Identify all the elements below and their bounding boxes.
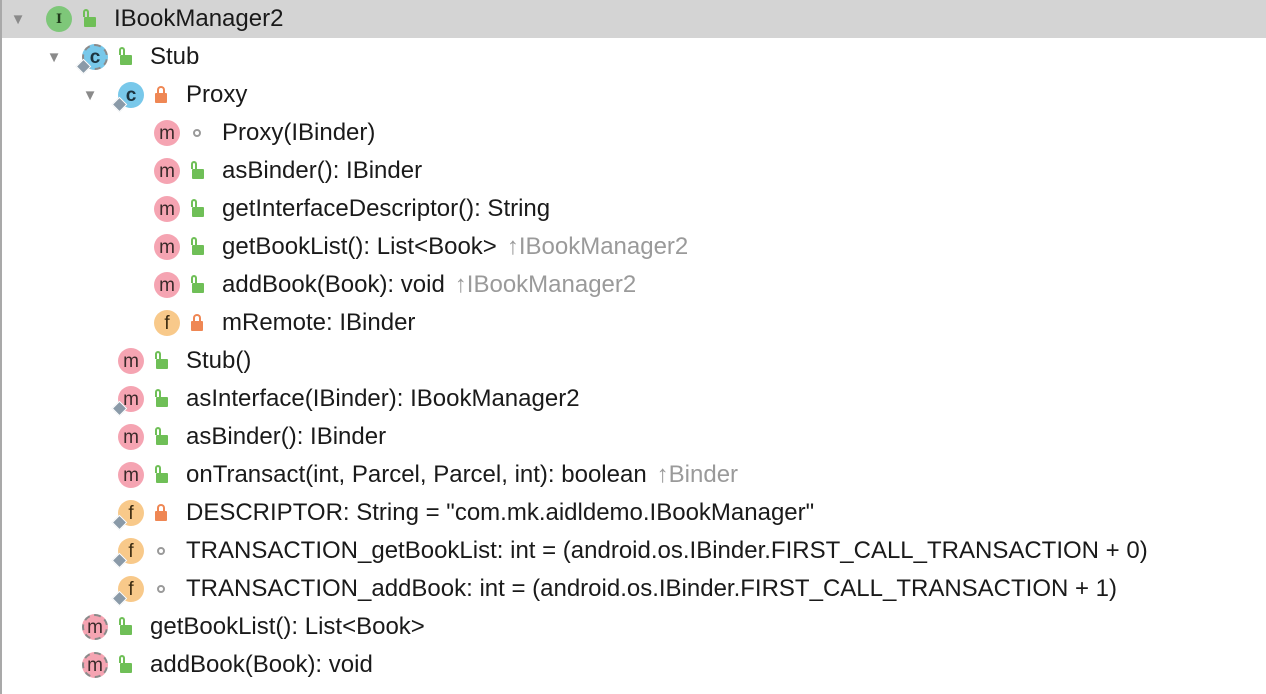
public-visibility-icon [154,351,168,369]
abstract-method-icon: m [82,614,108,640]
tree-row-label: addBook(Book): void ↑IBookManager2 [222,266,636,304]
public-visibility-icon [118,47,132,65]
method-icon: m [154,158,180,184]
tree-row-class[interactable]: ▼ c Stub [2,38,1266,76]
abstract-method-icon: m [82,652,108,678]
tree-row-method[interactable]: m getBookList(): List<Book> [2,608,1266,646]
tree-row-label: Proxy(IBinder) [222,119,376,146]
static-field-icon: f [111,576,144,607]
tree-row-label: Stub() [186,347,252,374]
tree-row-method[interactable]: m Stub() [2,342,1266,380]
tree-row-label: Proxy [186,81,248,108]
method-icon: m [118,348,144,374]
tree-row-method[interactable]: m addBook(Book): void ↑IBookManager2 [2,266,1266,304]
tree-row-label: onTransact(int, Parcel, Parcel, int): bo… [186,456,738,494]
private-visibility-icon [154,504,168,521]
tree-row-label: addBook(Book): void [150,651,373,678]
tree-row-method[interactable]: m asBinder(): IBinder [2,418,1266,456]
tree-row-method[interactable]: m Proxy(IBinder) [2,114,1266,152]
package-visibility-icon [154,581,168,597]
public-visibility-icon [118,655,132,673]
method-icon: m [154,234,180,260]
method-icon: m [154,272,180,298]
expand-arrow-icon[interactable]: ▼ [8,0,28,38]
tree-row-class[interactable]: ▼ c Proxy [2,76,1266,114]
method-icon: m [154,120,180,146]
public-visibility-icon [82,9,96,27]
public-visibility-icon [154,465,168,483]
tree-row-method[interactable]: m asInterface(IBinder): IBookManager2 [2,380,1266,418]
expand-arrow-icon[interactable]: ▼ [44,38,64,76]
package-visibility-icon [154,543,168,559]
public-visibility-icon [190,199,204,217]
tree-row-label: TRANSACTION_addBook: int = (android.os.I… [186,575,1118,602]
tree-row-field[interactable]: f TRANSACTION_addBook: int = (android.os… [2,570,1266,608]
method-icon: m [118,462,144,488]
tree-row-label: DESCRIPTOR: String = "com.mk.aidldemo.IB… [186,499,815,526]
structure-tree: ▼ I IBookManager2 ▼ c Stub ▼ c Proxy m P… [0,0,1266,694]
tree-row-label: getBookList(): List<Book> ↑IBookManager2 [222,228,688,266]
static-method-icon: m [111,386,144,417]
public-visibility-icon [190,161,204,179]
tree-row-method[interactable]: m addBook(Book): void [2,646,1266,684]
tree-row-method[interactable]: m asBinder(): IBinder [2,152,1266,190]
static-field-icon: f [111,538,144,569]
public-visibility-icon [190,237,204,255]
tree-row-label: asBinder(): IBinder [186,423,387,450]
tree-row-field[interactable]: f mRemote: IBinder [2,304,1266,342]
public-visibility-icon [118,617,132,635]
tree-row-label: asBinder(): IBinder [222,157,423,184]
tree-row-method[interactable]: m onTransact(int, Parcel, Parcel, int): … [2,456,1266,494]
expand-arrow-icon[interactable]: ▼ [80,76,100,114]
private-visibility-icon [154,86,168,103]
member-signature: addBook(Book): void [222,271,445,298]
private-visibility-icon [190,314,204,331]
tree-row-field[interactable]: f TRANSACTION_getBookList: int = (androi… [2,532,1266,570]
public-visibility-icon [154,427,168,445]
tree-row-label: getBookList(): List<Book> [150,613,425,640]
public-visibility-icon [190,275,204,293]
tree-row-label: IBookManager2 [114,5,284,32]
abstract-class-icon: c [75,44,108,75]
member-signature: getBookList(): List<Book> [222,233,497,260]
method-icon: m [118,424,144,450]
interface-icon: I [46,6,72,32]
tree-row-label: Stub [150,43,200,70]
tree-row-label: TRANSACTION_getBookList: int = (android.… [186,537,1148,564]
tree-row-method[interactable]: m getInterfaceDescriptor(): String [2,190,1266,228]
tree-row-label: mRemote: IBinder [222,309,416,336]
tree-row-label: asInterface(IBinder): IBookManager2 [186,385,580,412]
tree-row-field[interactable]: f DESCRIPTOR: String = "com.mk.aidldemo.… [2,494,1266,532]
static-field-icon: f [111,500,144,531]
tree-row-interface[interactable]: ▼ I IBookManager2 [2,0,1266,38]
inherited-from: ↑IBookManager2 [454,271,637,298]
package-visibility-icon [190,125,204,141]
public-visibility-icon [154,389,168,407]
method-icon: m [154,196,180,222]
class-icon: c [111,82,144,113]
field-icon: f [154,310,180,336]
tree-row-method[interactable]: m getBookList(): List<Book> ↑IBookManager… [2,228,1266,266]
member-signature: onTransact(int, Parcel, Parcel, int): bo… [186,461,647,488]
inherited-from: ↑IBookManager2 [506,233,689,260]
tree-row-label: getInterfaceDescriptor(): String [222,195,551,222]
inherited-from: ↑Binder [656,461,739,488]
